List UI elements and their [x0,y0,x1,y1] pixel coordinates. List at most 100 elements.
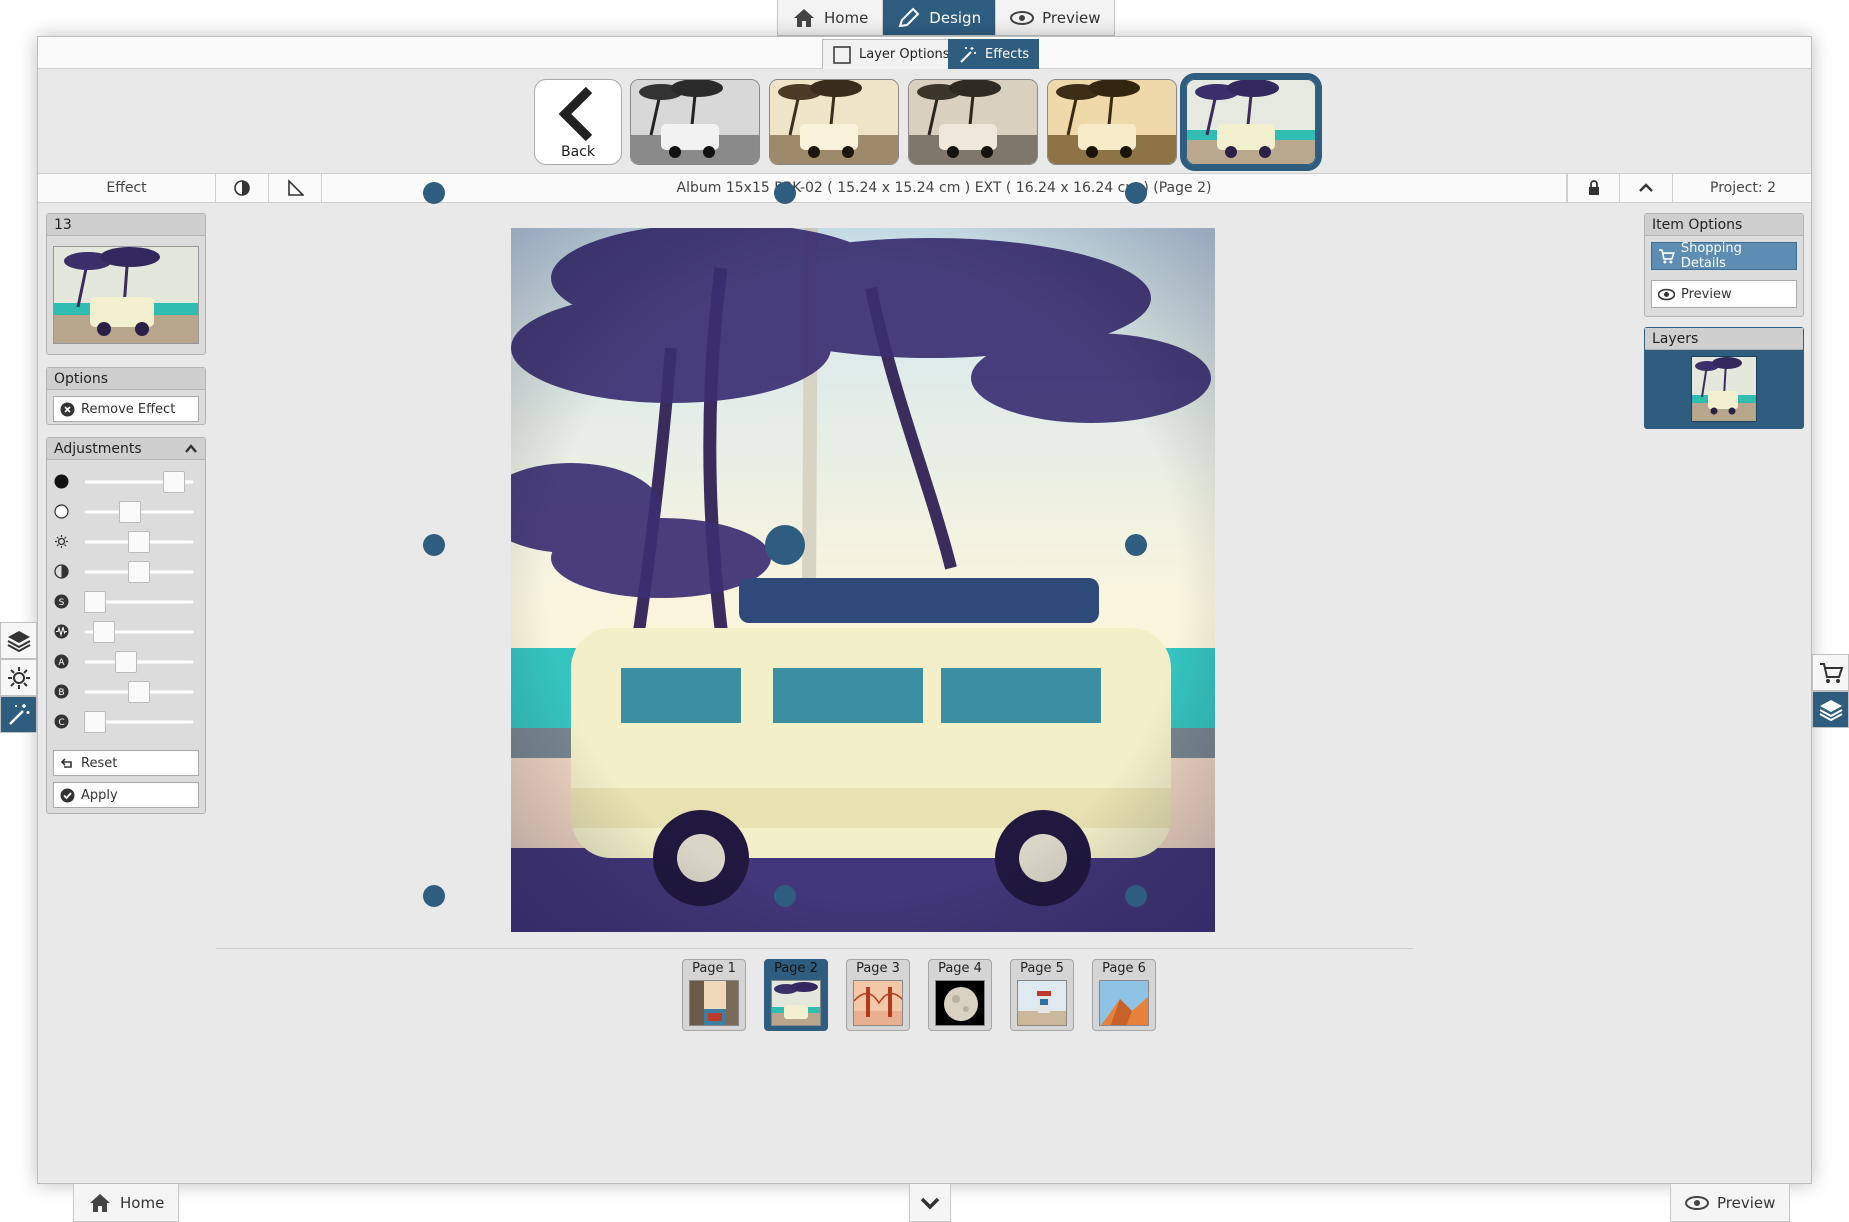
svg-text:B: B [58,688,64,698]
effect-thumb-warm[interactable] [1047,79,1177,165]
page-tab-1[interactable]: Page 1 [682,959,746,1031]
layers-tool-button[interactable] [0,622,37,659]
page-tab-6[interactable]: Page 6 [1092,959,1156,1031]
resize-handle-top-left[interactable] [423,182,445,204]
home-icon [90,1193,110,1212]
page-tab-3[interactable]: Page 3 [846,959,910,1031]
contrast-slider[interactable] [54,560,194,583]
slider-knob[interactable] [163,471,185,493]
lock-icon [1588,180,1599,195]
slider-knob[interactable] [115,651,137,673]
home-icon [794,8,814,27]
slider-knob[interactable] [84,591,106,613]
item-options-panel: Item Options Shopping Details Preview [1644,213,1804,317]
page-bar: Page 1 Page 2 Page 3 Page 4 Page 5 Page 6 [216,948,1413,1040]
b-channel-slider[interactable]: B [54,680,194,703]
resize-handle-bottom-left[interactable] [423,885,445,907]
expand-pages-button[interactable] [909,1184,951,1222]
chevron-left-icon [558,86,593,142]
slider-knob[interactable] [119,501,141,523]
apply-button[interactable]: Apply [53,782,199,808]
adjustments-panel: Adjustments S A B C Reset Apply [46,437,206,814]
slider-knob[interactable] [84,711,106,733]
editor-frame: Layer Options Effects Back Effect Album … [37,36,1812,1184]
item-options-title: Item Options [1645,214,1803,236]
resize-handle-bottom[interactable] [774,885,796,907]
page-tab-4[interactable]: Page 4 [928,959,992,1031]
saturation-slider[interactable]: S [54,590,194,613]
effect-preview-thumbnail [53,246,199,344]
resize-handle-bottom-right[interactable] [1125,885,1147,907]
c-channel-slider[interactable]: C [54,710,194,733]
effect-thumb-vintage[interactable] [908,79,1038,165]
magic-wand-icon [960,46,976,63]
black-point-slider[interactable] [54,470,194,493]
adjustments-header[interactable]: Adjustments [47,438,205,460]
move-handle[interactable] [765,525,805,565]
brightness-slider[interactable] [54,530,194,553]
nav-design-button[interactable]: Design [883,0,997,35]
layers-title: Layers [1645,328,1803,350]
back-button[interactable]: Back [534,79,622,165]
effect-preview-image [631,80,759,164]
sun-icon [7,666,30,689]
effect-thumb-cross-process[interactable] [1180,73,1322,171]
adjust-tool-button[interactable] [0,659,37,696]
layers-panel-button[interactable] [1812,691,1849,728]
contrast-icon [54,564,69,579]
layer-thumbnail[interactable] [1691,356,1757,422]
cart-tool-button[interactable] [1812,654,1849,691]
slider-knob[interactable] [128,681,150,703]
page-tab-5[interactable]: Page 5 [1010,959,1074,1031]
slider-knob[interactable] [128,561,150,583]
remove-effect-button[interactable]: Remove Effect [53,396,199,422]
bottom-preview-button[interactable]: Preview [1670,1184,1791,1222]
effect-preview-panel: 13 [46,213,206,355]
bottom-home-button[interactable]: Home [73,1184,180,1222]
slider-track[interactable] [84,660,194,664]
collapse-button[interactable] [1620,174,1673,202]
effect-label: Effect [38,174,216,202]
layers-icon [1819,699,1842,721]
reset-button[interactable]: Reset [53,750,199,776]
b-icon: B [54,684,69,699]
effect-number: 13 [47,214,205,236]
item-preview-button[interactable]: Preview [1651,280,1797,308]
tab-effects[interactable]: Effects [948,39,1040,69]
svg-text:A: A [58,658,65,668]
page-thumbnail [689,980,739,1026]
effect-preview-image [770,80,898,164]
remove-effect-label: Remove Effect [81,401,176,417]
nav-home-button[interactable]: Home [778,0,884,35]
resize-handle-left[interactable] [423,534,445,556]
effects-tool-button[interactable] [0,696,37,733]
contrast-toggle-button[interactable] [216,174,269,202]
slider-knob[interactable] [93,621,115,643]
nav-preview-button[interactable]: Preview [996,0,1114,35]
right-toolbar [1812,654,1849,728]
tab-effects-label: Effects [985,47,1030,62]
effects-bar: Back [38,69,1811,173]
options-title: Options [47,368,205,390]
slider-knob[interactable] [128,531,150,553]
white-point-slider[interactable] [54,500,194,523]
nav-preview-label: Preview [1042,8,1101,27]
tab-layer-options[interactable]: Layer Options [822,39,960,69]
lock-button[interactable] [1567,174,1620,202]
ruler-button[interactable] [269,174,322,202]
chevron-up-icon [185,443,197,453]
resize-handle-top[interactable] [774,182,796,204]
resize-handle-right[interactable] [1125,534,1147,556]
pencil-icon [898,7,920,27]
page-tab-2[interactable]: Page 2 [764,959,828,1031]
effect-thumb-sepia[interactable] [769,79,899,165]
shopping-details-button[interactable]: Shopping Details [1651,241,1797,271]
page-thumbnail [935,980,985,1026]
noise-slider[interactable] [54,620,194,643]
resize-handle-top-right[interactable] [1125,182,1147,204]
a-channel-slider[interactable]: A [54,650,194,673]
canvas-photo[interactable] [511,228,1215,932]
effect-thumb-bw[interactable] [630,79,760,165]
eye-icon [1685,1195,1709,1210]
c-icon: C [54,714,69,729]
